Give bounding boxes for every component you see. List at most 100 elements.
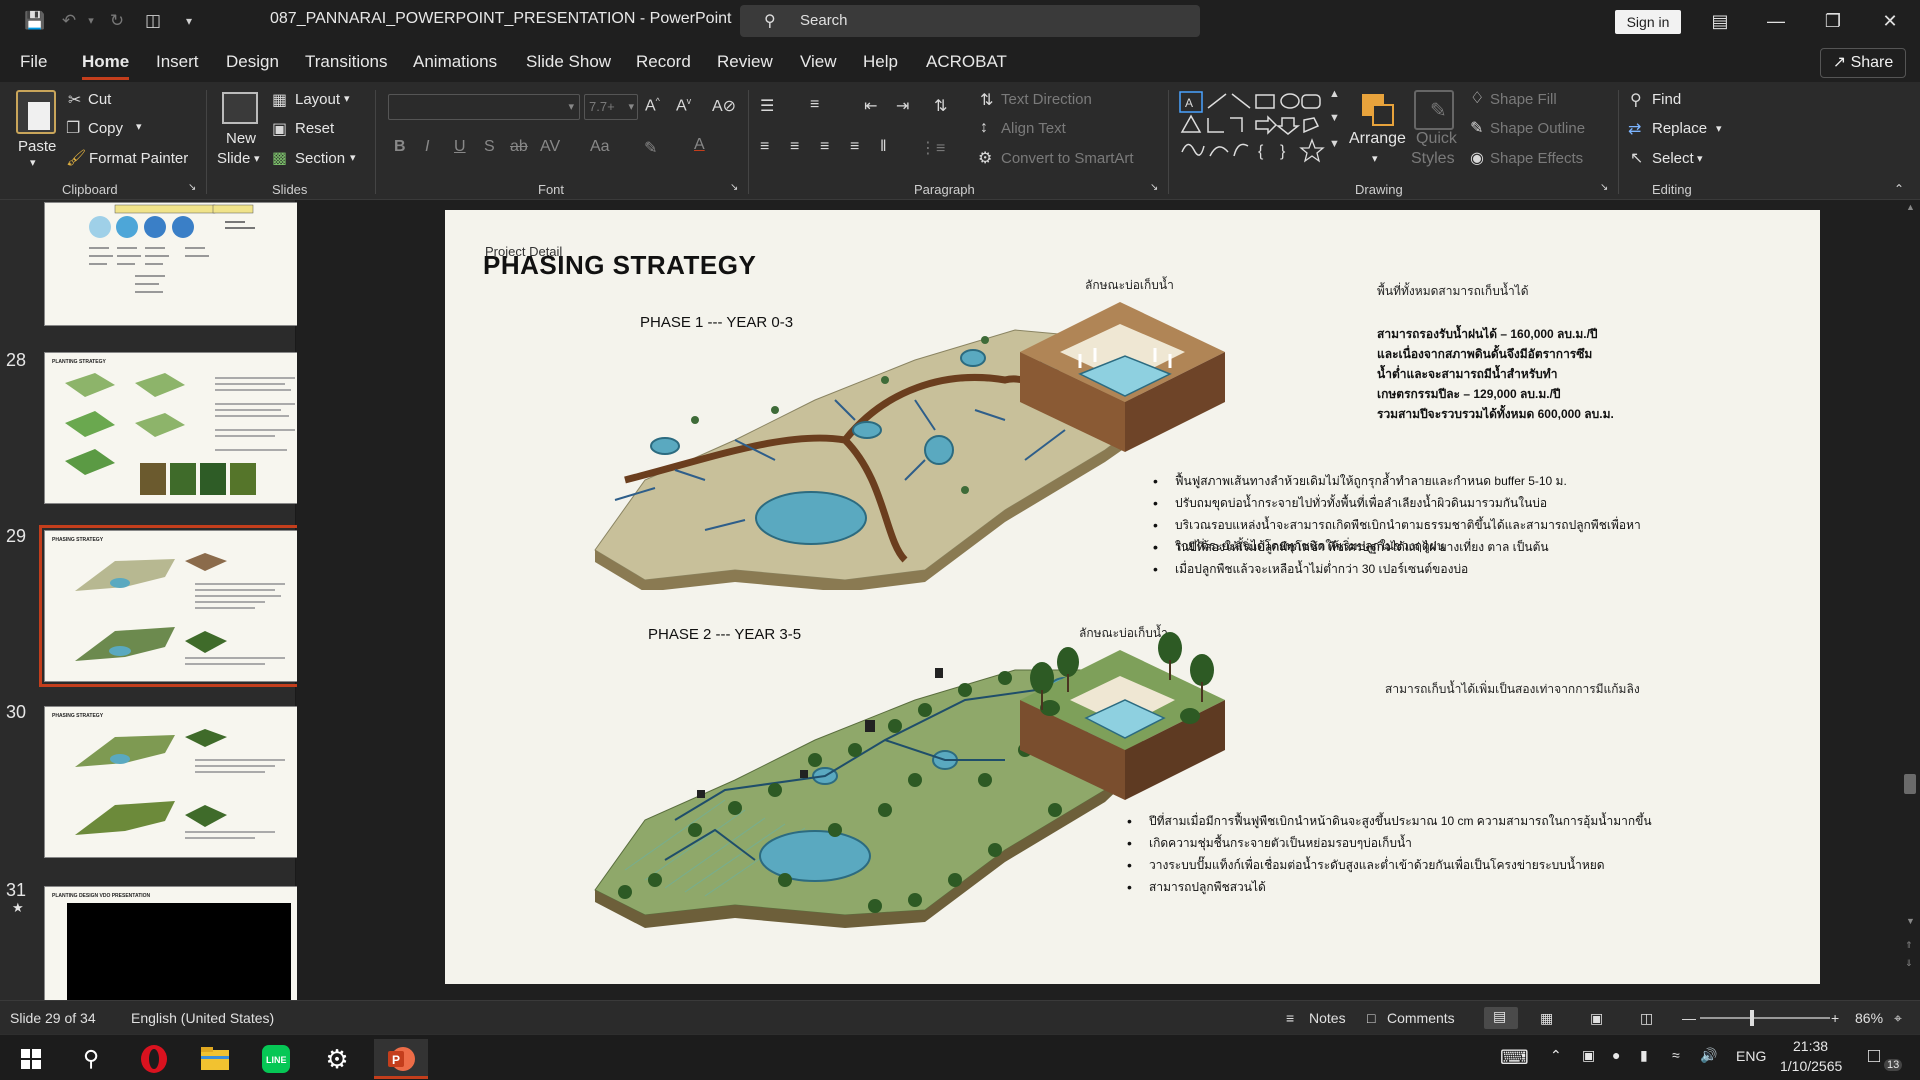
tab-acrobat[interactable]: ACROBAT (926, 52, 1007, 72)
shapes-scroll-up-icon[interactable]: ▲ (1329, 88, 1340, 100)
slide-scroll-thumb[interactable] (1904, 774, 1916, 794)
fit-slide-icon[interactable]: ⌖ (1894, 1010, 1902, 1027)
input-language[interactable]: ENG (1736, 1048, 1766, 1064)
zoom-out-icon[interactable]: — (1682, 1010, 1696, 1026)
sign-in-button[interactable]: Sign in (1615, 10, 1681, 34)
share-button[interactable]: ↗ Share (1820, 48, 1906, 78)
shapes-scroll-down-icon[interactable]: ▼ (1329, 112, 1340, 124)
arrange-icon[interactable] (1358, 90, 1398, 130)
slide-scrollbar[interactable]: ▲ ▼ ⇑ ⇓ (1900, 200, 1920, 1000)
paste-button[interactable]: Paste (18, 138, 56, 155)
previous-slide-icon[interactable]: ⇑ (1905, 940, 1913, 951)
text-shadow-icon[interactable]: S (484, 138, 495, 156)
paragraph-launcher-icon[interactable]: ↘ (1150, 182, 1158, 193)
next-slide-icon[interactable]: ⇓ (1905, 958, 1913, 969)
align-text-button[interactable]: Align Text (1001, 120, 1066, 137)
language-indicator[interactable]: English (United States) (131, 1010, 274, 1026)
shape-effects-button[interactable]: Shape Effects (1490, 150, 1583, 167)
show-hidden-icons-icon[interactable]: ⌃ (1550, 1047, 1562, 1064)
tab-home[interactable]: Home (82, 52, 130, 80)
notification-center-icon[interactable]: □ (1868, 1045, 1880, 1068)
highlight-icon[interactable]: ✎ (644, 138, 657, 158)
search-taskbar-icon[interactable]: ⚲ (64, 1039, 118, 1079)
arrange-button[interactable]: Arrange (1349, 130, 1406, 148)
increase-indent-icon[interactable]: ⇥ (896, 96, 909, 116)
convert-smartart-button[interactable]: Convert to SmartArt (1001, 150, 1134, 167)
phase2-pond-section-diagram[interactable] (1020, 630, 1230, 800)
tab-review[interactable]: Review (717, 52, 773, 72)
select-button[interactable]: Select (1652, 150, 1694, 167)
character-spacing-icon[interactable]: AV (540, 138, 560, 156)
bullets-icon[interactable]: ☰ (760, 96, 774, 116)
quick-styles-icon[interactable]: ✎ (1414, 90, 1454, 130)
align-left-icon[interactable]: ≡ (760, 138, 769, 156)
tab-transitions[interactable]: Transitions (305, 52, 388, 72)
slide-thumbnail[interactable]: PLANTING STRATEGY (44, 352, 314, 504)
phase1-pond-section-diagram[interactable] (1020, 292, 1230, 452)
collapse-ribbon-icon[interactable]: ⌃ (1894, 182, 1904, 196)
section-dropdown-icon[interactable]: ▾ (350, 151, 356, 164)
close-icon[interactable]: ✕ (1870, 8, 1910, 34)
copy-dropdown-icon[interactable]: ▾ (136, 120, 142, 133)
find-button[interactable]: Find (1652, 91, 1681, 108)
volume-icon[interactable]: 🔊 (1700, 1047, 1717, 1064)
comments-button[interactable]: Comments (1387, 1010, 1455, 1026)
numbering-icon[interactable]: ≡ (810, 96, 819, 114)
new-slide-label-1[interactable]: New (226, 130, 256, 147)
section-button[interactable]: Section (295, 150, 345, 167)
strikethrough-icon[interactable]: ab (510, 138, 528, 156)
slide-canvas[interactable]: Project Detail PHASING STRATEGY PHASE 1 … (445, 210, 1820, 984)
columns-icon[interactable]: ‖ (880, 138, 887, 156)
clock-date[interactable]: 1/10/2565 (1780, 1058, 1842, 1074)
line-app-icon[interactable]: LINE (249, 1039, 303, 1079)
slide-show-view-icon[interactable]: ◫ (1640, 1010, 1653, 1027)
increase-font-icon[interactable]: A^ (645, 96, 660, 115)
clear-formatting-icon[interactable]: A⊘ (712, 96, 736, 116)
shape-fill-button[interactable]: Shape Fill (1490, 91, 1557, 108)
microphone-icon[interactable]: ● (1612, 1047, 1620, 1063)
notes-button[interactable]: Notes (1309, 1010, 1346, 1026)
new-slide-dropdown-icon[interactable]: ▾ (254, 152, 260, 165)
line-spacing-icon[interactable]: ⇅ (934, 96, 947, 116)
slide-title[interactable]: PHASING STRATEGY (483, 250, 756, 281)
file-explorer-icon[interactable] (188, 1039, 242, 1079)
minimize-icon[interactable]: — (1756, 8, 1796, 34)
tab-design[interactable]: Design (226, 52, 279, 72)
copy-button[interactable]: Copy (88, 120, 123, 137)
undo-dropdown-icon[interactable]: ▾ (78, 9, 104, 33)
align-right-icon[interactable]: ≡ (820, 138, 829, 156)
format-painter-button[interactable]: Format Painter (89, 150, 188, 167)
font-launcher-icon[interactable]: ↘ (730, 182, 738, 193)
wifi-icon[interactable]: ≈ (1672, 1047, 1680, 1063)
slide-sorter-view-icon[interactable]: ▦ (1540, 1010, 1553, 1027)
tab-slide-show[interactable]: Slide Show (526, 52, 611, 72)
keyboard-layout-icon[interactable]: ⌨ (1500, 1045, 1529, 1070)
cut-button[interactable]: Cut (88, 91, 111, 108)
phase1-bullet-list[interactable]: ฟื้นฟูสภาพเส้นทางลำห้วยเดิมไม่ให้ถูกรุกล… (1151, 470, 1711, 580)
new-slide-icon[interactable] (222, 92, 258, 124)
font-name-combo[interactable]: ▾ (388, 94, 580, 120)
decrease-indent-icon[interactable]: ⇤ (864, 96, 877, 116)
redo-icon[interactable]: ↻ (104, 9, 130, 33)
tab-view[interactable]: View (800, 52, 837, 72)
shapes-gallery[interactable]: A { } (1178, 90, 1330, 170)
zoom-slider-thumb[interactable] (1750, 1010, 1754, 1026)
select-dropdown-icon[interactable]: ▾ (1697, 152, 1703, 165)
battery-icon[interactable]: ▮ (1640, 1047, 1648, 1064)
tab-animations[interactable]: Animations (413, 52, 497, 72)
save-icon[interactable]: 💾 (22, 9, 48, 33)
text-direction-button[interactable]: Text Direction (1001, 91, 1092, 108)
tab-record[interactable]: Record (636, 52, 691, 72)
zoom-level[interactable]: 86% (1855, 1010, 1883, 1026)
slide-thumbnail[interactable]: PHASING STRATEGY (44, 706, 314, 858)
restore-icon[interactable]: ❐ (1813, 8, 1853, 34)
new-slide-label-2[interactable]: Slide (217, 150, 250, 167)
reading-view-icon[interactable]: ▣ (1590, 1010, 1603, 1027)
zoom-in-icon[interactable]: + (1831, 1010, 1839, 1026)
tab-help[interactable]: Help (863, 52, 898, 72)
drawing-launcher-icon[interactable]: ↘ (1600, 182, 1608, 193)
slide-thumbnail[interactable] (44, 202, 314, 326)
justify-icon[interactable]: ≡ (850, 138, 859, 156)
phase2-bullet-list[interactable]: ปีที่สามเมื่อมีการฟื้นฟูพืชเบิกนำหน้าดิน… (1125, 810, 1725, 898)
shape-outline-button[interactable]: Shape Outline (1490, 120, 1585, 137)
